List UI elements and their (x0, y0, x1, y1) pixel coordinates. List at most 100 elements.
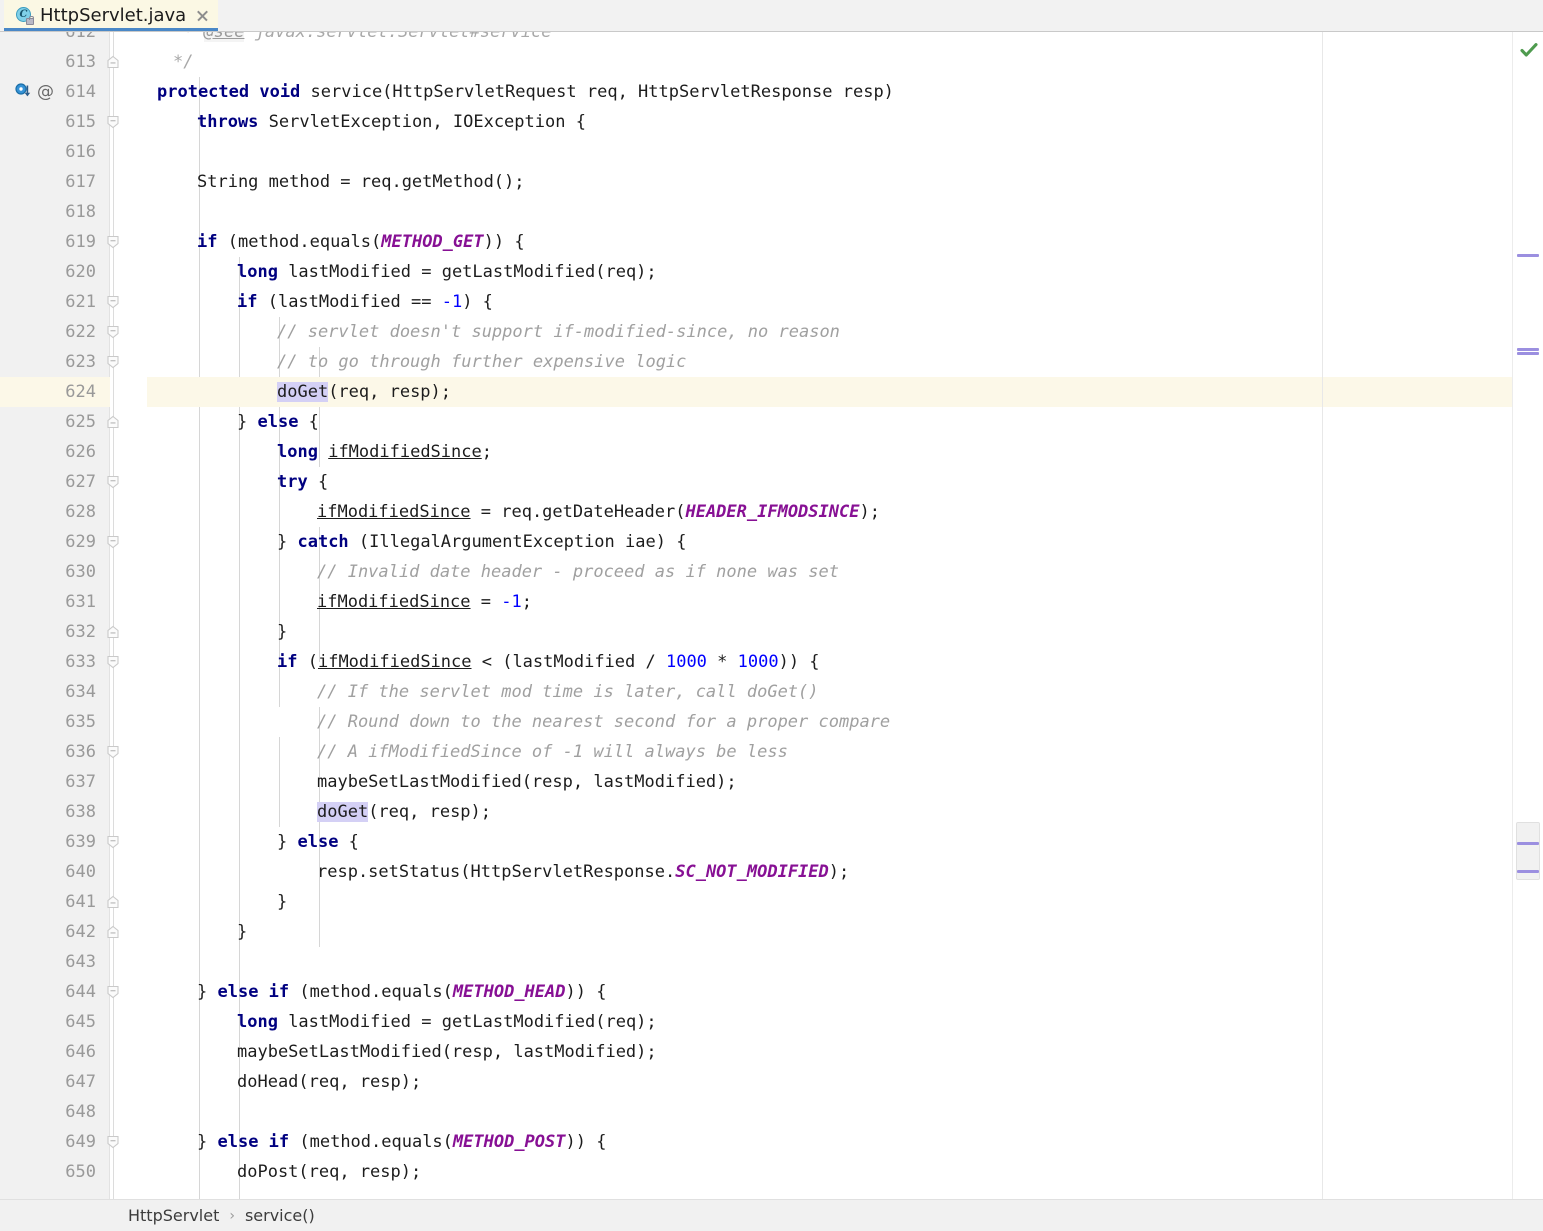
line-number[interactable]: 641 (0, 887, 110, 917)
code-line[interactable] (147, 1097, 1543, 1127)
code-line[interactable]: protected void service(HttpServletReques… (147, 77, 1543, 107)
fold-collapse-down-icon[interactable] (106, 475, 120, 489)
fold-collapse-down-icon[interactable] (106, 745, 120, 759)
editor-tab-httpservlet[interactable]: C HttpServlet.java (4, 0, 219, 31)
overridden-method-icon[interactable] (15, 83, 33, 101)
code-line[interactable]: } catch (IllegalArgumentException iae) { (147, 527, 1543, 557)
fold-collapse-up-icon[interactable] (106, 415, 120, 429)
code-line[interactable] (147, 947, 1543, 977)
usage-marker[interactable] (1517, 348, 1539, 351)
fold-collapse-down-icon[interactable] (106, 655, 120, 669)
line-number[interactable]: 636 (0, 737, 110, 767)
code-line[interactable]: try { (147, 467, 1543, 497)
usage-marker[interactable] (1517, 352, 1539, 355)
breadcrumb[interactable]: HttpServlet › service() (0, 1199, 1543, 1231)
code-line[interactable]: // If the servlet mod time is later, cal… (147, 677, 1543, 707)
line-number[interactable]: 613 (0, 47, 110, 77)
code-line[interactable]: } else if (method.equals(METHOD_POST)) { (147, 1127, 1543, 1157)
line-number[interactable]: 615 (0, 107, 110, 137)
line-number[interactable]: 616 (0, 137, 110, 167)
fold-collapse-up-icon[interactable] (106, 925, 120, 939)
breadcrumb-item-method[interactable]: service() (245, 1206, 315, 1225)
code-text-area[interactable]: * @see javax.servlet.Servlet#service */ pr… (147, 32, 1543, 1199)
annotation-at-icon[interactable]: @ (37, 83, 54, 101)
code-line[interactable]: doHead(req, resp); (147, 1067, 1543, 1097)
code-line[interactable]: // A ifModifiedSince of -1 will always b… (147, 737, 1543, 767)
line-number[interactable]: 650 (0, 1157, 110, 1187)
code-line[interactable]: long lastModified = getLastModified(req)… (147, 1007, 1543, 1037)
line-number[interactable]: 624 (0, 377, 110, 407)
line-number[interactable]: 630 (0, 557, 110, 587)
fold-collapse-down-icon[interactable] (106, 835, 120, 849)
fold-collapse-down-icon[interactable] (106, 355, 120, 369)
code-line[interactable]: * @see javax.servlet.Servlet#service (147, 32, 1543, 47)
code-line[interactable]: } (147, 617, 1543, 647)
code-line[interactable]: } (147, 917, 1543, 947)
line-number[interactable]: 645 (0, 1007, 110, 1037)
code-line[interactable]: */ (147, 47, 1543, 77)
code-line[interactable]: maybeSetLastModified(resp, lastModified)… (147, 767, 1543, 797)
code-line[interactable]: } else { (147, 407, 1543, 437)
line-number[interactable]: 626 (0, 437, 110, 467)
line-number[interactable]: 612 (0, 32, 110, 47)
code-editor[interactable]: 612 613 614 615 616 617 618 619 620 621 622 623 624 6… (0, 32, 1543, 1199)
usage-marker[interactable] (1517, 870, 1539, 873)
line-number[interactable]: 640 (0, 857, 110, 887)
line-number[interactable]: 622 (0, 317, 110, 347)
line-number[interactable]: 623 (0, 347, 110, 377)
usage-marker[interactable] (1517, 842, 1539, 845)
line-number[interactable]: 631 (0, 587, 110, 617)
line-number[interactable]: 638 (0, 797, 110, 827)
line-number[interactable]: 628 (0, 497, 110, 527)
line-number[interactable]: 627 (0, 467, 110, 497)
error-stripe-scrollbar[interactable] (1512, 32, 1543, 1199)
code-line[interactable]: } else { (147, 827, 1543, 857)
code-line[interactable]: if (lastModified == -1) { (147, 287, 1543, 317)
checkmark-icon[interactable] (1520, 42, 1538, 58)
code-line[interactable]: maybeSetLastModified(resp, lastModified)… (147, 1037, 1543, 1067)
line-number[interactable]: 621 (0, 287, 110, 317)
fold-collapse-up-icon[interactable] (106, 625, 120, 639)
line-number[interactable]: 647 (0, 1067, 110, 1097)
code-line[interactable]: String method = req.getMethod(); (147, 167, 1543, 197)
line-number[interactable]: 620 (0, 257, 110, 287)
line-number[interactable]: 625 (0, 407, 110, 437)
code-line[interactable] (147, 197, 1543, 227)
fold-collapse-down-icon[interactable] (106, 985, 120, 999)
code-line[interactable]: throws ServletException, IOException { (147, 107, 1543, 137)
usage-marker[interactable] (1517, 254, 1539, 257)
line-number[interactable]: 643 (0, 947, 110, 977)
line-number[interactable]: 619 (0, 227, 110, 257)
line-number[interactable]: 634 (0, 677, 110, 707)
code-line[interactable]: doGet(req, resp); (147, 377, 1543, 407)
code-line[interactable]: ifModifiedSince = -1; (147, 587, 1543, 617)
code-line[interactable]: // Invalid date header - proceed as if n… (147, 557, 1543, 587)
fold-collapse-down-icon[interactable] (106, 325, 120, 339)
code-line[interactable]: } (147, 887, 1543, 917)
code-line[interactable]: ifModifiedSince = req.getDateHeader(HEAD… (147, 497, 1543, 527)
line-number[interactable]: 629 (0, 527, 110, 557)
line-number[interactable]: 644 (0, 977, 110, 1007)
line-number[interactable]: 618 (0, 197, 110, 227)
line-number[interactable]: 617 (0, 167, 110, 197)
code-line[interactable]: doPost(req, resp); (147, 1157, 1543, 1187)
fold-collapse-down-icon[interactable] (106, 115, 120, 129)
fold-collapse-down-icon[interactable] (106, 235, 120, 249)
line-number[interactable]: 637 (0, 767, 110, 797)
line-number[interactable]: 639 (0, 827, 110, 857)
fold-collapse-down-icon[interactable] (106, 1135, 120, 1149)
code-line[interactable]: doGet(req, resp); (147, 797, 1543, 827)
line-number[interactable]: 635 (0, 707, 110, 737)
code-line[interactable]: // to go through further expensive logic (147, 347, 1543, 377)
close-icon[interactable] (195, 8, 210, 23)
line-number[interactable]: 646 (0, 1037, 110, 1067)
code-line[interactable]: long ifModifiedSince; (147, 437, 1543, 467)
breadcrumb-item-class[interactable]: HttpServlet (128, 1206, 219, 1225)
line-number-gutter[interactable]: 612 613 614 615 616 617 618 619 620 621 622 623 624 6… (0, 32, 110, 1199)
code-line[interactable]: // servlet doesn't support if-modified-s… (147, 317, 1543, 347)
code-folding-gutter[interactable] (99, 32, 125, 1199)
code-line[interactable] (147, 137, 1543, 167)
code-line[interactable]: resp.setStatus(HttpServletResponse.SC_NO… (147, 857, 1543, 887)
fold-collapse-up-icon[interactable] (106, 895, 120, 909)
line-number[interactable]: 648 (0, 1097, 110, 1127)
